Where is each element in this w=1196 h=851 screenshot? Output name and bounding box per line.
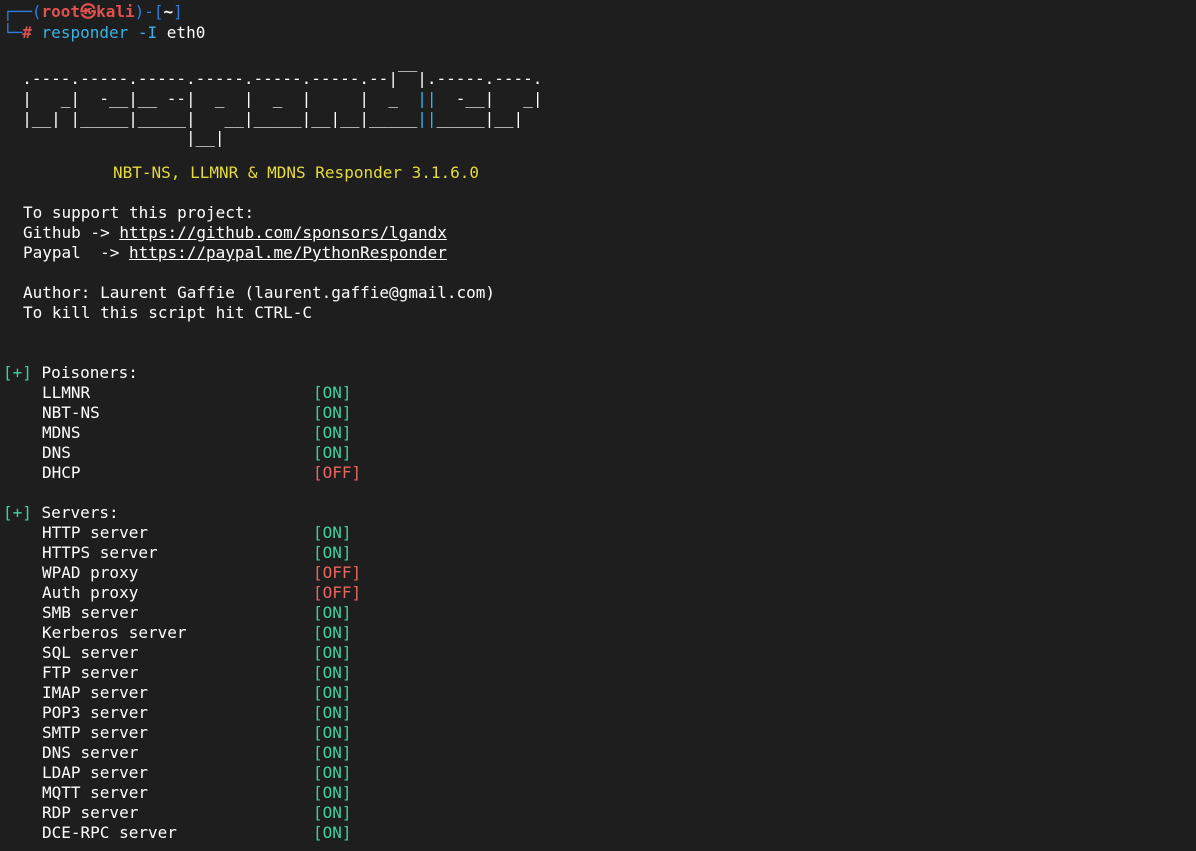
status-row-name: MQTT server [42, 783, 148, 802]
status-value: [ON] [313, 403, 352, 422]
status-value: [ON] [313, 723, 352, 742]
status-row: LLMNR [ON] [42, 383, 352, 403]
status-row: SMTP server [ON] [42, 723, 352, 743]
banner-art-line-2: .----.-----.-----.-----.-----.-----.--| … [3, 69, 543, 88]
github-link[interactable]: https://github.com/sponsors/lgandx [119, 223, 447, 242]
servers-header: [+] Servers: [3, 503, 119, 523]
status-value: [ON] [313, 823, 352, 842]
status-row-name: HTTP server [42, 523, 148, 542]
prompt-corner-top: ┌──( [3, 2, 42, 21]
servers-marker: [+] [3, 503, 32, 522]
status-row-name: DNS [42, 443, 71, 462]
status-row: HTTP server [ON] [42, 523, 352, 543]
status-row: LDAP server [ON] [42, 763, 352, 783]
status-row-name: RDP server [42, 803, 139, 822]
prompt-host: kali [96, 2, 135, 21]
support-heading: To support this project: [23, 203, 255, 222]
prompt-sep-close: ] [173, 2, 183, 21]
status-row-name: HTTPS server [42, 543, 158, 562]
status-row: RDP server [ON] [42, 803, 352, 823]
status-row-name: Auth proxy [42, 583, 139, 602]
paypal-link[interactable]: https://paypal.me/PythonResponder [129, 243, 447, 262]
banner-art-line-4: |__| |_____|_____| __|_____|__|__|_____|… [3, 109, 524, 128]
status-row-name: POP3 server [42, 703, 148, 722]
prompt-line: ┌──(root㉿kali)-[~] [3, 2, 183, 22]
status-value: [OFF] [313, 583, 362, 602]
status-value: [ON] [313, 423, 352, 442]
command-name: responder [41, 23, 129, 42]
status-value: [ON] [313, 643, 352, 662]
status-value: [ON] [313, 623, 352, 642]
prompt-cwd: ~ [163, 2, 174, 21]
status-value: [ON] [313, 683, 352, 702]
status-row-name: DCE-RPC server [42, 823, 177, 842]
status-row: SQL server [ON] [42, 643, 352, 663]
status-row-name: DHCP [42, 463, 81, 482]
banner-art-line-5: |__| [3, 128, 225, 147]
status-row: DCE-RPC server [ON] [42, 823, 352, 843]
status-row-name: NBT-NS [42, 403, 100, 422]
status-value: [ON] [313, 703, 352, 722]
status-row: SMB server [ON] [42, 603, 352, 623]
status-value: [ON] [313, 443, 352, 462]
terminal-window[interactable]: ┌──(root㉿kali)-[~] └─# responder -I eth0… [0, 0, 1196, 851]
banner-art-line-3: | _| -__|__ --| _ | _ | | _ || -__| _| [3, 89, 543, 108]
status-row: DNS server [ON] [42, 743, 352, 763]
status-row-name: SMB server [42, 603, 139, 622]
prompt-sep: )-[ [134, 2, 164, 21]
status-value: [ON] [313, 803, 352, 822]
poisoners-header: [+] Poisoners: [3, 363, 138, 383]
status-row-name: SMTP server [42, 723, 148, 742]
status-row-name: LDAP server [42, 763, 148, 782]
prompt-user: root㉿ [41, 2, 97, 21]
status-row-name: WPAD proxy [42, 563, 139, 582]
status-row-name: DNS server [42, 743, 139, 762]
status-value: [ON] [313, 523, 352, 542]
status-row: POP3 server [ON] [42, 703, 352, 723]
paypal-line: Paypal -> https://paypal.me/PythonRespon… [23, 243, 447, 263]
command-flag: -I [137, 23, 158, 42]
status-row: DNS [ON] [42, 443, 352, 463]
status-row: Auth proxy [OFF] [42, 583, 361, 603]
status-row-name: FTP server [42, 663, 139, 682]
status-row-name: SQL server [42, 643, 139, 662]
author-line: Author: Laurent Gaffie (laurent.gaffie@g… [23, 283, 496, 302]
status-row: Kerberos server [ON] [42, 623, 352, 643]
banner-subtitle: NBT-NS, LLMNR & MDNS Responder 3.1.6.0 [113, 163, 480, 182]
status-value: [ON] [313, 603, 352, 622]
status-row: HTTPS server [ON] [42, 543, 352, 563]
status-value: [ON] [313, 743, 352, 762]
status-value: [ON] [313, 783, 352, 802]
status-row: MDNS [ON] [42, 423, 352, 443]
status-row: IMAP server [ON] [42, 683, 352, 703]
status-value: [ON] [313, 543, 352, 562]
status-value: [ON] [313, 663, 352, 682]
paypal-label: Paypal -> [23, 243, 129, 262]
status-row-name: LLMNR [42, 383, 91, 402]
github-line: Github -> https://github.com/sponsors/lg… [23, 223, 447, 243]
status-row: NBT-NS [ON] [42, 403, 352, 423]
github-label: Github -> [23, 223, 120, 242]
poisoners-title: Poisoners: [41, 363, 138, 382]
status-value: [OFF] [313, 563, 362, 582]
kill-hint: To kill this script hit CTRL-C [23, 303, 312, 322]
status-row: DHCP [OFF] [42, 463, 361, 483]
status-value: [ON] [313, 383, 352, 402]
status-value: [OFF] [313, 463, 362, 482]
status-row: WPAD proxy [OFF] [42, 563, 361, 583]
status-row-name: Kerberos server [42, 623, 187, 642]
status-row: MQTT server [ON] [42, 783, 352, 803]
prompt-hash: # [22, 23, 32, 42]
prompt-corner-bottom: └─ [3, 23, 23, 42]
servers-title: Servers: [41, 503, 119, 522]
command-line: └─# responder -I eth0 [3, 23, 205, 43]
status-value: [ON] [313, 763, 352, 782]
command-arg: eth0 [166, 23, 206, 42]
status-row: FTP server [ON] [42, 663, 352, 683]
poisoners-marker: [+] [3, 363, 32, 382]
status-row-name: MDNS [42, 423, 81, 442]
status-row-name: IMAP server [42, 683, 148, 702]
